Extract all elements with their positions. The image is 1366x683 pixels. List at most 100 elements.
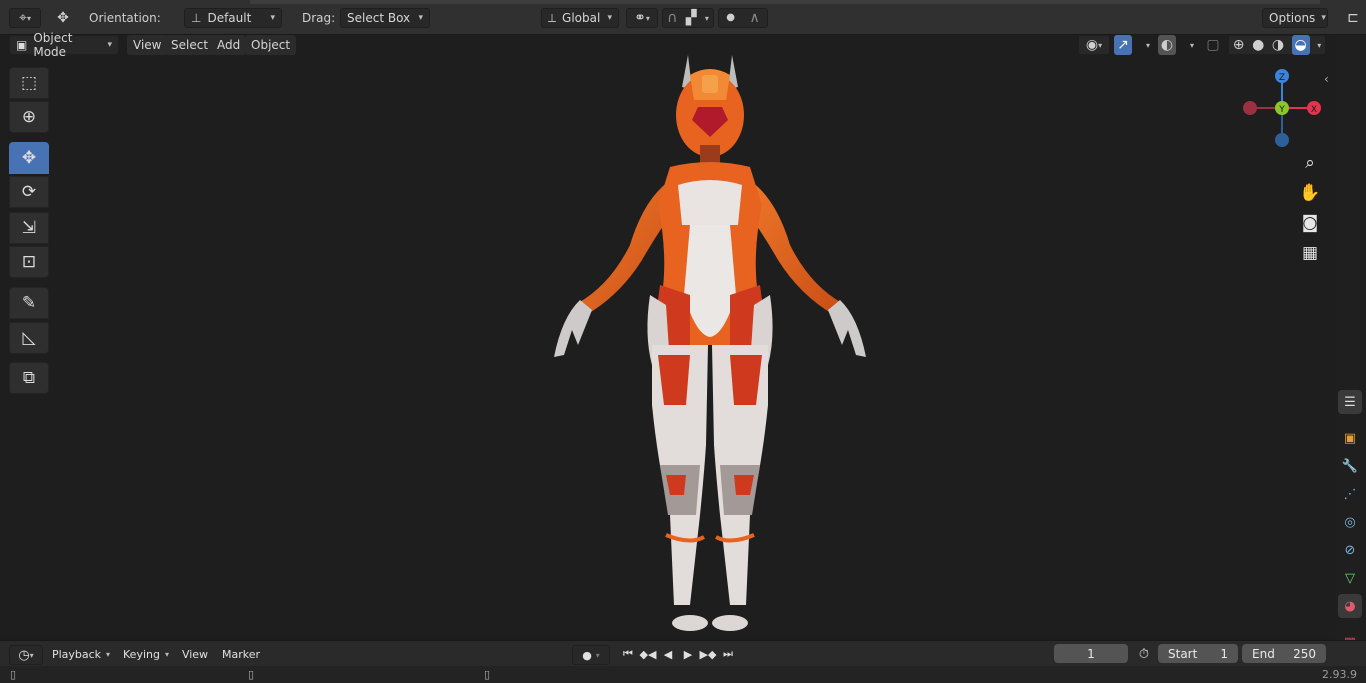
chevron-down-icon: ▾ — [1321, 13, 1326, 23]
tool-move[interactable]: ✥ — [9, 142, 49, 174]
object-properties-tab[interactable]: ▣ — [1338, 426, 1362, 450]
gizmo-toggle-group[interactable]: ↗ ▾ — [1114, 35, 1150, 55]
constraints-properties-tab[interactable]: ⊘ — [1338, 538, 1362, 562]
status-bar — [0, 666, 1366, 683]
move-arrows-icon: ✥ — [57, 10, 69, 26]
menu-select[interactable]: Select — [165, 35, 215, 55]
rendered-shading-icon[interactable]: ◒ — [1291, 35, 1310, 55]
wrench-icon: 🔧 — [1341, 458, 1359, 474]
mouse-left-icon: ▯ — [10, 668, 17, 681]
prev-keyframe-button[interactable]: ◆◀ — [638, 645, 658, 663]
chevron-down-icon[interactable]: ▾ — [1317, 41, 1321, 50]
pan-hand-icon[interactable]: ✋ — [1297, 180, 1323, 206]
overlay-toggle-group[interactable]: ◐ ▾ — [1158, 35, 1194, 55]
preview-range-toggle[interactable]: ⏱ — [1134, 645, 1154, 663]
options-label: Options — [1269, 11, 1316, 25]
play-button[interactable]: ▶ — [678, 645, 698, 663]
modifier-properties-tab[interactable]: 🔧 — [1338, 454, 1362, 478]
jump-start-button[interactable]: ⏮ — [618, 645, 638, 663]
mouse-right-icon: ▯ — [484, 668, 491, 681]
clock-editor-icon: ◷ — [18, 647, 30, 663]
next-keyframe-button[interactable]: ▶◆ — [698, 645, 718, 663]
particles-properties-tab[interactable]: ⋰ — [1338, 482, 1362, 506]
orientation-dropdown[interactable]: ⊥ Default ▾ — [184, 8, 282, 28]
visibility-dropdown[interactable]: ◉ ▾ — [1078, 35, 1110, 55]
play-reverse-button[interactable]: ◀ — [658, 645, 678, 663]
menu-playback[interactable]: Playback ▾ — [48, 645, 114, 663]
snap-toggle-group[interactable]: ∩ ▞ ▾ — [662, 8, 714, 28]
chevron-down-icon: ▾ — [107, 40, 112, 50]
editor-type-icon: ⌖ — [19, 10, 27, 26]
menu-add[interactable]: Add — [211, 35, 247, 55]
gizmo-x-label: X — [1311, 105, 1317, 115]
xray-icon: ▢ — [1206, 37, 1220, 53]
falloff-curve-icon: ∧ — [749, 10, 760, 26]
outliner-icon: ⊏ — [1347, 10, 1359, 26]
gizmo-icon: ↗ — [1114, 35, 1132, 55]
start-frame-field[interactable]: Start 1 — [1158, 644, 1238, 663]
tool-add-cube[interactable]: ⧉ — [9, 362, 49, 394]
menu-marker[interactable]: Marker — [220, 645, 262, 663]
end-label: End — [1252, 646, 1275, 661]
shading-mode-group[interactable]: ⊕ ● ◑ ◒ ▾ — [1228, 35, 1326, 55]
tool-measure[interactable]: ◺ — [9, 322, 49, 354]
move-tool-indicator: ✥ — [50, 8, 76, 28]
tool-transform[interactable]: ⊡ — [9, 246, 49, 278]
scale-icon: ⇲ — [21, 218, 37, 238]
xray-toggle[interactable]: ▢ — [1204, 35, 1222, 55]
outliner-toggle[interactable]: ⊏ — [1342, 8, 1364, 28]
auto-keying-toggle[interactable]: ● ▾ — [572, 645, 610, 665]
tool-properties-tab[interactable]: ☰ — [1338, 390, 1362, 414]
tool-scale[interactable]: ⇲ — [9, 212, 49, 244]
options-dropdown[interactable]: Options ▾ — [1262, 8, 1328, 28]
constraint-icon: ⊘ — [1344, 542, 1356, 558]
editor-type-button[interactable]: ⌖ ▾ — [9, 8, 41, 28]
solid-shading-icon[interactable]: ● — [1252, 35, 1264, 55]
end-frame-field[interactable]: End 250 — [1242, 644, 1326, 663]
drag-dropdown[interactable]: Select Box ▾ — [340, 8, 430, 28]
material-preview-icon[interactable]: ◑ — [1272, 35, 1284, 55]
drag-value: Select Box — [347, 11, 411, 25]
workspace-tabs-strip — [250, 0, 1320, 4]
timeline-editor-type[interactable]: ◷ ▾ — [9, 645, 43, 665]
menu-keying[interactable]: Keying ▾ — [118, 645, 174, 663]
menu-object[interactable]: Object — [245, 35, 297, 55]
version-label: 2.93.9 — [1322, 668, 1357, 681]
tool-rotate[interactable]: ⟳ — [9, 176, 49, 208]
pivot-point-button[interactable]: ⚭ ▾ — [626, 8, 658, 28]
wireframe-shading-icon[interactable]: ⊕ — [1233, 35, 1245, 55]
menu-view[interactable]: View — [127, 35, 168, 55]
tool-annotate[interactable]: ✎ — [9, 287, 49, 319]
play-icon: ▶ — [683, 647, 693, 661]
material-properties-tab[interactable]: ◕ — [1338, 594, 1362, 618]
character-model[interactable] — [540, 45, 880, 635]
navigation-gizmo[interactable]: Z X Y — [1238, 64, 1328, 154]
camera-view-icon[interactable]: ◙ — [1297, 210, 1323, 236]
ortho-grid-icon[interactable]: ▦ — [1297, 240, 1323, 266]
proportional-editing-group[interactable]: ● ∧ — [718, 8, 768, 28]
data-properties-tab[interactable]: ▽ — [1338, 566, 1362, 590]
chevron-down-icon: ▾ — [270, 13, 275, 23]
jump-start-icon: ⏮ — [623, 647, 633, 660]
gizmo-neg-x-axis[interactable] — [1243, 101, 1257, 115]
start-value: 1 — [1220, 646, 1228, 661]
gizmo-neg-z-axis[interactable] — [1275, 133, 1289, 147]
tool-cursor[interactable]: ⊕ — [9, 101, 49, 133]
tool-select-box[interactable]: ⬚ — [9, 67, 49, 99]
chevron-down-icon: ▾ — [607, 13, 612, 23]
object-icon: ▣ — [1343, 430, 1357, 446]
mode-dropdown[interactable]: ▣ Object Mode ▾ — [9, 31, 119, 59]
annotate-icon: ✎ — [21, 293, 37, 313]
playback-label: Playback — [51, 647, 102, 661]
physics-properties-tab[interactable]: ◎ — [1338, 510, 1362, 534]
current-frame-field[interactable]: 1 — [1054, 644, 1128, 663]
snap-magnet-icon: ∩ — [667, 10, 678, 26]
marker-label: Marker — [221, 647, 261, 661]
gizmo-y-label: Y — [1278, 105, 1285, 115]
jump-end-button[interactable]: ⏭ — [718, 645, 738, 663]
zoom-icon[interactable]: ⌕ — [1297, 150, 1323, 176]
gizmo-z-label: Z — [1279, 73, 1285, 83]
transform-orientation-dropdown[interactable]: ⟂ Global ▾ — [541, 8, 619, 28]
menu-timeline-view[interactable]: View — [180, 645, 210, 663]
overlays-icon: ◐ — [1158, 35, 1176, 55]
